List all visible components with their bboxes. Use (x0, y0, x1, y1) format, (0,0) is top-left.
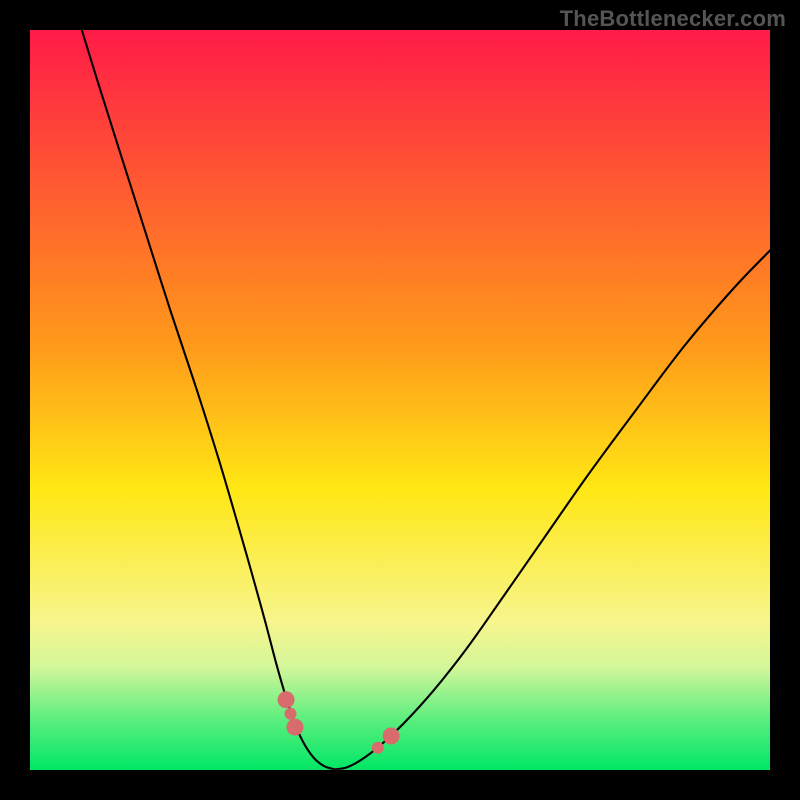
chart-frame: TheBottlenecker.com (0, 0, 800, 800)
gradient-background (30, 30, 770, 770)
chart-plot-area (30, 30, 770, 770)
marker-dot-4 (383, 727, 400, 744)
marker-dot-0 (278, 691, 295, 708)
chart-svg (30, 30, 770, 770)
watermark-text: TheBottlenecker.com (560, 6, 786, 32)
marker-dot-1 (284, 708, 296, 720)
marker-dot-2 (286, 719, 303, 736)
marker-dot-3 (372, 742, 384, 754)
